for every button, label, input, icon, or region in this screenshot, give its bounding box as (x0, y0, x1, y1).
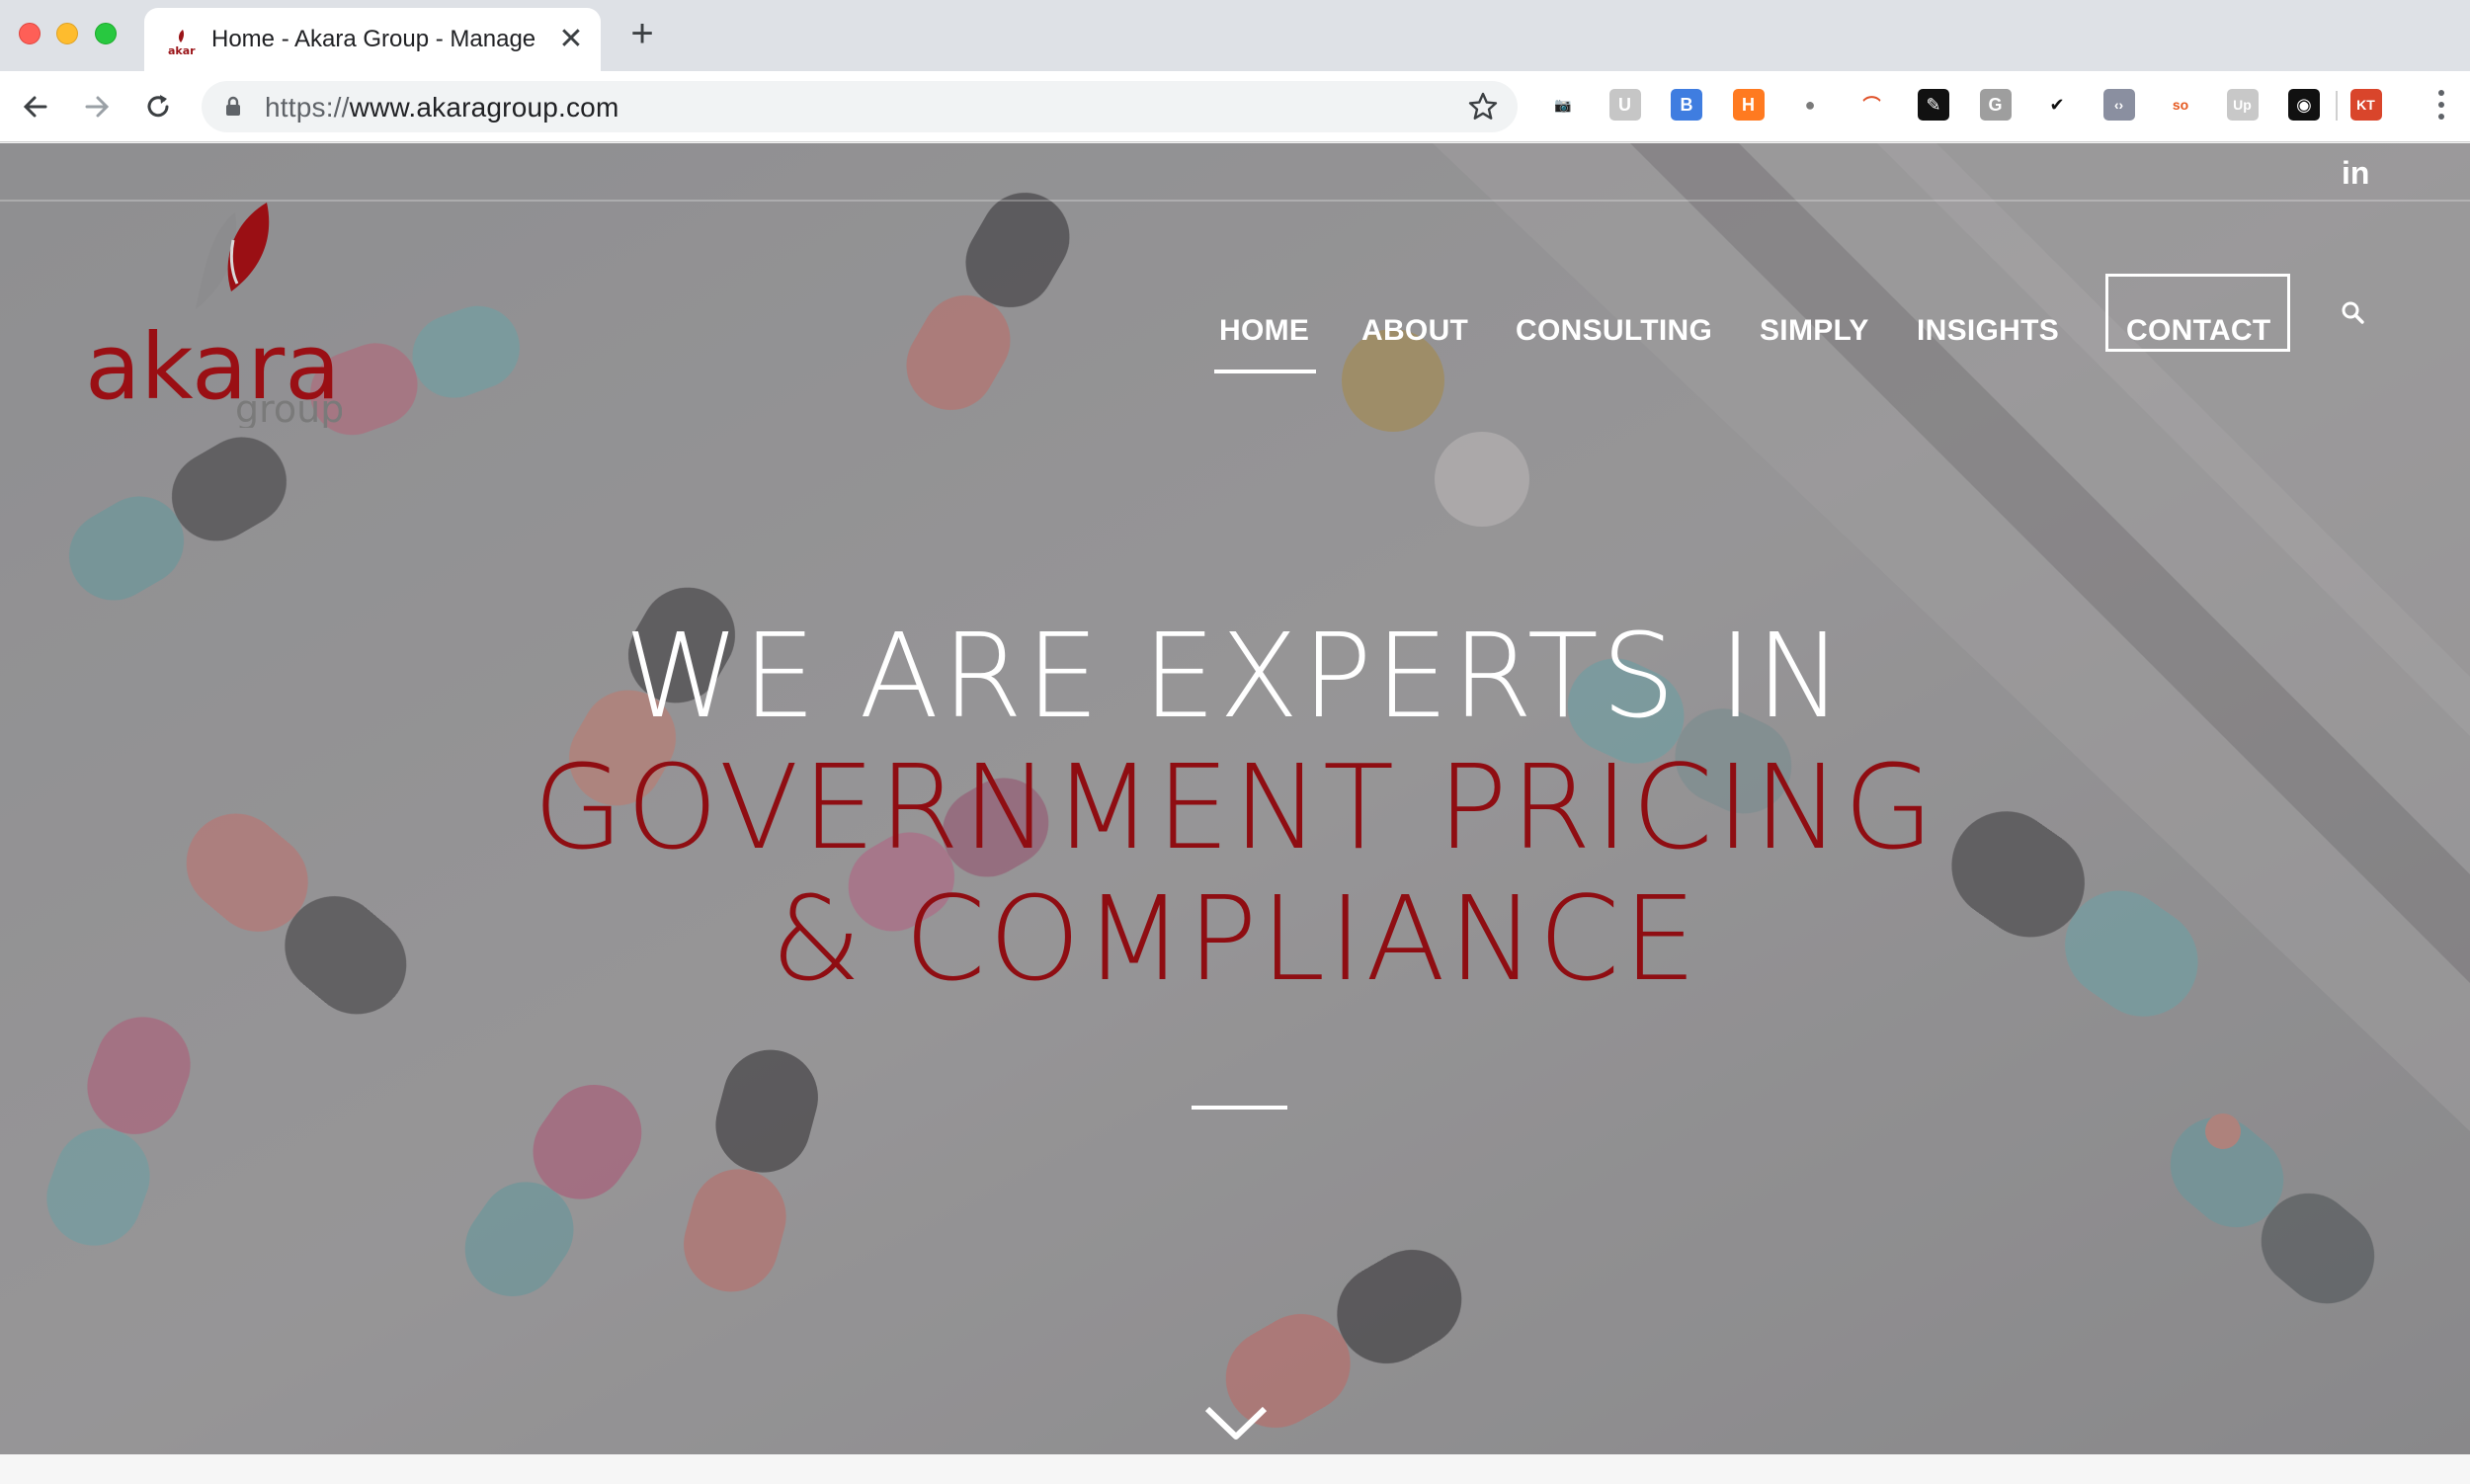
browser-menu-icon[interactable] (2427, 87, 2456, 123)
code-icon[interactable]: ‹› (2102, 89, 2135, 121)
toolbar-divider (2336, 91, 2338, 121)
reload-icon (147, 95, 169, 118)
extension-u-icon[interactable]: U (1608, 89, 1641, 121)
back-button[interactable] (14, 85, 57, 128)
headline-line-1: WE ARE EXPERTS IN (623, 608, 1847, 744)
tab-close-icon[interactable]: ✕ (553, 22, 589, 57)
minimize-window-button[interactable] (56, 23, 78, 44)
back-arrow-icon (23, 96, 47, 118)
extension-so-icon[interactable]: so (2165, 89, 2196, 121)
pen-icon[interactable]: ✎ (1918, 89, 1949, 121)
nav-item-consulting[interactable]: CONSULTING (1516, 291, 1712, 371)
nav-item-simply[interactable]: SIMPLY (1760, 291, 1869, 371)
address-bar[interactable]: https://www.akaragroup.com (202, 81, 1518, 132)
extension-up-icon[interactable]: Up (2226, 89, 2259, 121)
browser-toolbar: https://www.akaragroup.com (0, 71, 2470, 142)
headline-line-2: GOVERNMENT PRICING (533, 739, 1937, 875)
main-navigation: HOME ABOUT CONSULTING SIMPLY INSIGHTS CO… (0, 291, 2470, 371)
hubspot-icon[interactable]: H (1732, 89, 1765, 121)
browser-titlebar: akara Home - Akara Group - Manage ✕ + (0, 0, 2470, 71)
camera-icon[interactable]: 📷 (1547, 89, 1579, 121)
extension-circle-icon[interactable]: ● (1794, 89, 1826, 121)
close-window-button[interactable] (19, 23, 41, 44)
svg-text:group: group (235, 387, 342, 428)
hero-section: in akara group HOME ABOUT CONSULTING SIM… (0, 143, 2470, 1454)
svg-text:akara: akara (168, 44, 196, 57)
extension-blue-icon[interactable]: B (1671, 89, 1702, 121)
nav-item-home[interactable]: HOME (1219, 291, 1309, 371)
new-tab-button[interactable]: + (624, 14, 660, 53)
nav-item-insights[interactable]: INSIGHTS (1917, 291, 2059, 371)
page-bottom-strip (0, 1454, 2470, 1484)
header-top-divider (0, 200, 2470, 202)
url-text: https://www.akaragroup.com (265, 92, 618, 124)
forward-arrow-icon (85, 96, 110, 118)
maximize-window-button[interactable] (95, 23, 117, 44)
extension-rainbow-icon[interactable]: ⌒ (1856, 89, 1888, 121)
reload-button[interactable] (136, 85, 180, 128)
lock-icon (226, 96, 240, 116)
url-host: www.akaragroup.com (349, 92, 619, 123)
contact-button[interactable] (2105, 274, 2290, 352)
nav-item-about[interactable]: ABOUT (1361, 291, 1468, 371)
scroll-down-chevron-icon[interactable] (1203, 1403, 1269, 1443)
tab-title: Home - Akara Group - Manage (211, 26, 536, 52)
extension-fox-icon[interactable]: KT (2349, 89, 2382, 121)
forward-button[interactable] (75, 85, 119, 128)
nav-active-underline (1214, 370, 1316, 373)
headline-divider (1192, 1106, 1287, 1110)
browser-tab-active[interactable]: akara Home - Akara Group - Manage ✕ (144, 8, 601, 71)
headline-line-3: & COMPLIANCE (770, 870, 1700, 1007)
extension-g-icon[interactable]: G (1979, 89, 2012, 121)
extension-dark-icon[interactable]: ◉ (2288, 89, 2320, 121)
search-icon[interactable] (2338, 297, 2369, 329)
bookmark-star-icon[interactable] (1466, 90, 1500, 124)
checkmark-icon[interactable]: ✔ (2041, 89, 2073, 121)
akara-favicon-icon: akara (168, 30, 196, 57)
linkedin-icon[interactable]: in (2342, 155, 2369, 192)
url-scheme: https:// (265, 92, 350, 123)
